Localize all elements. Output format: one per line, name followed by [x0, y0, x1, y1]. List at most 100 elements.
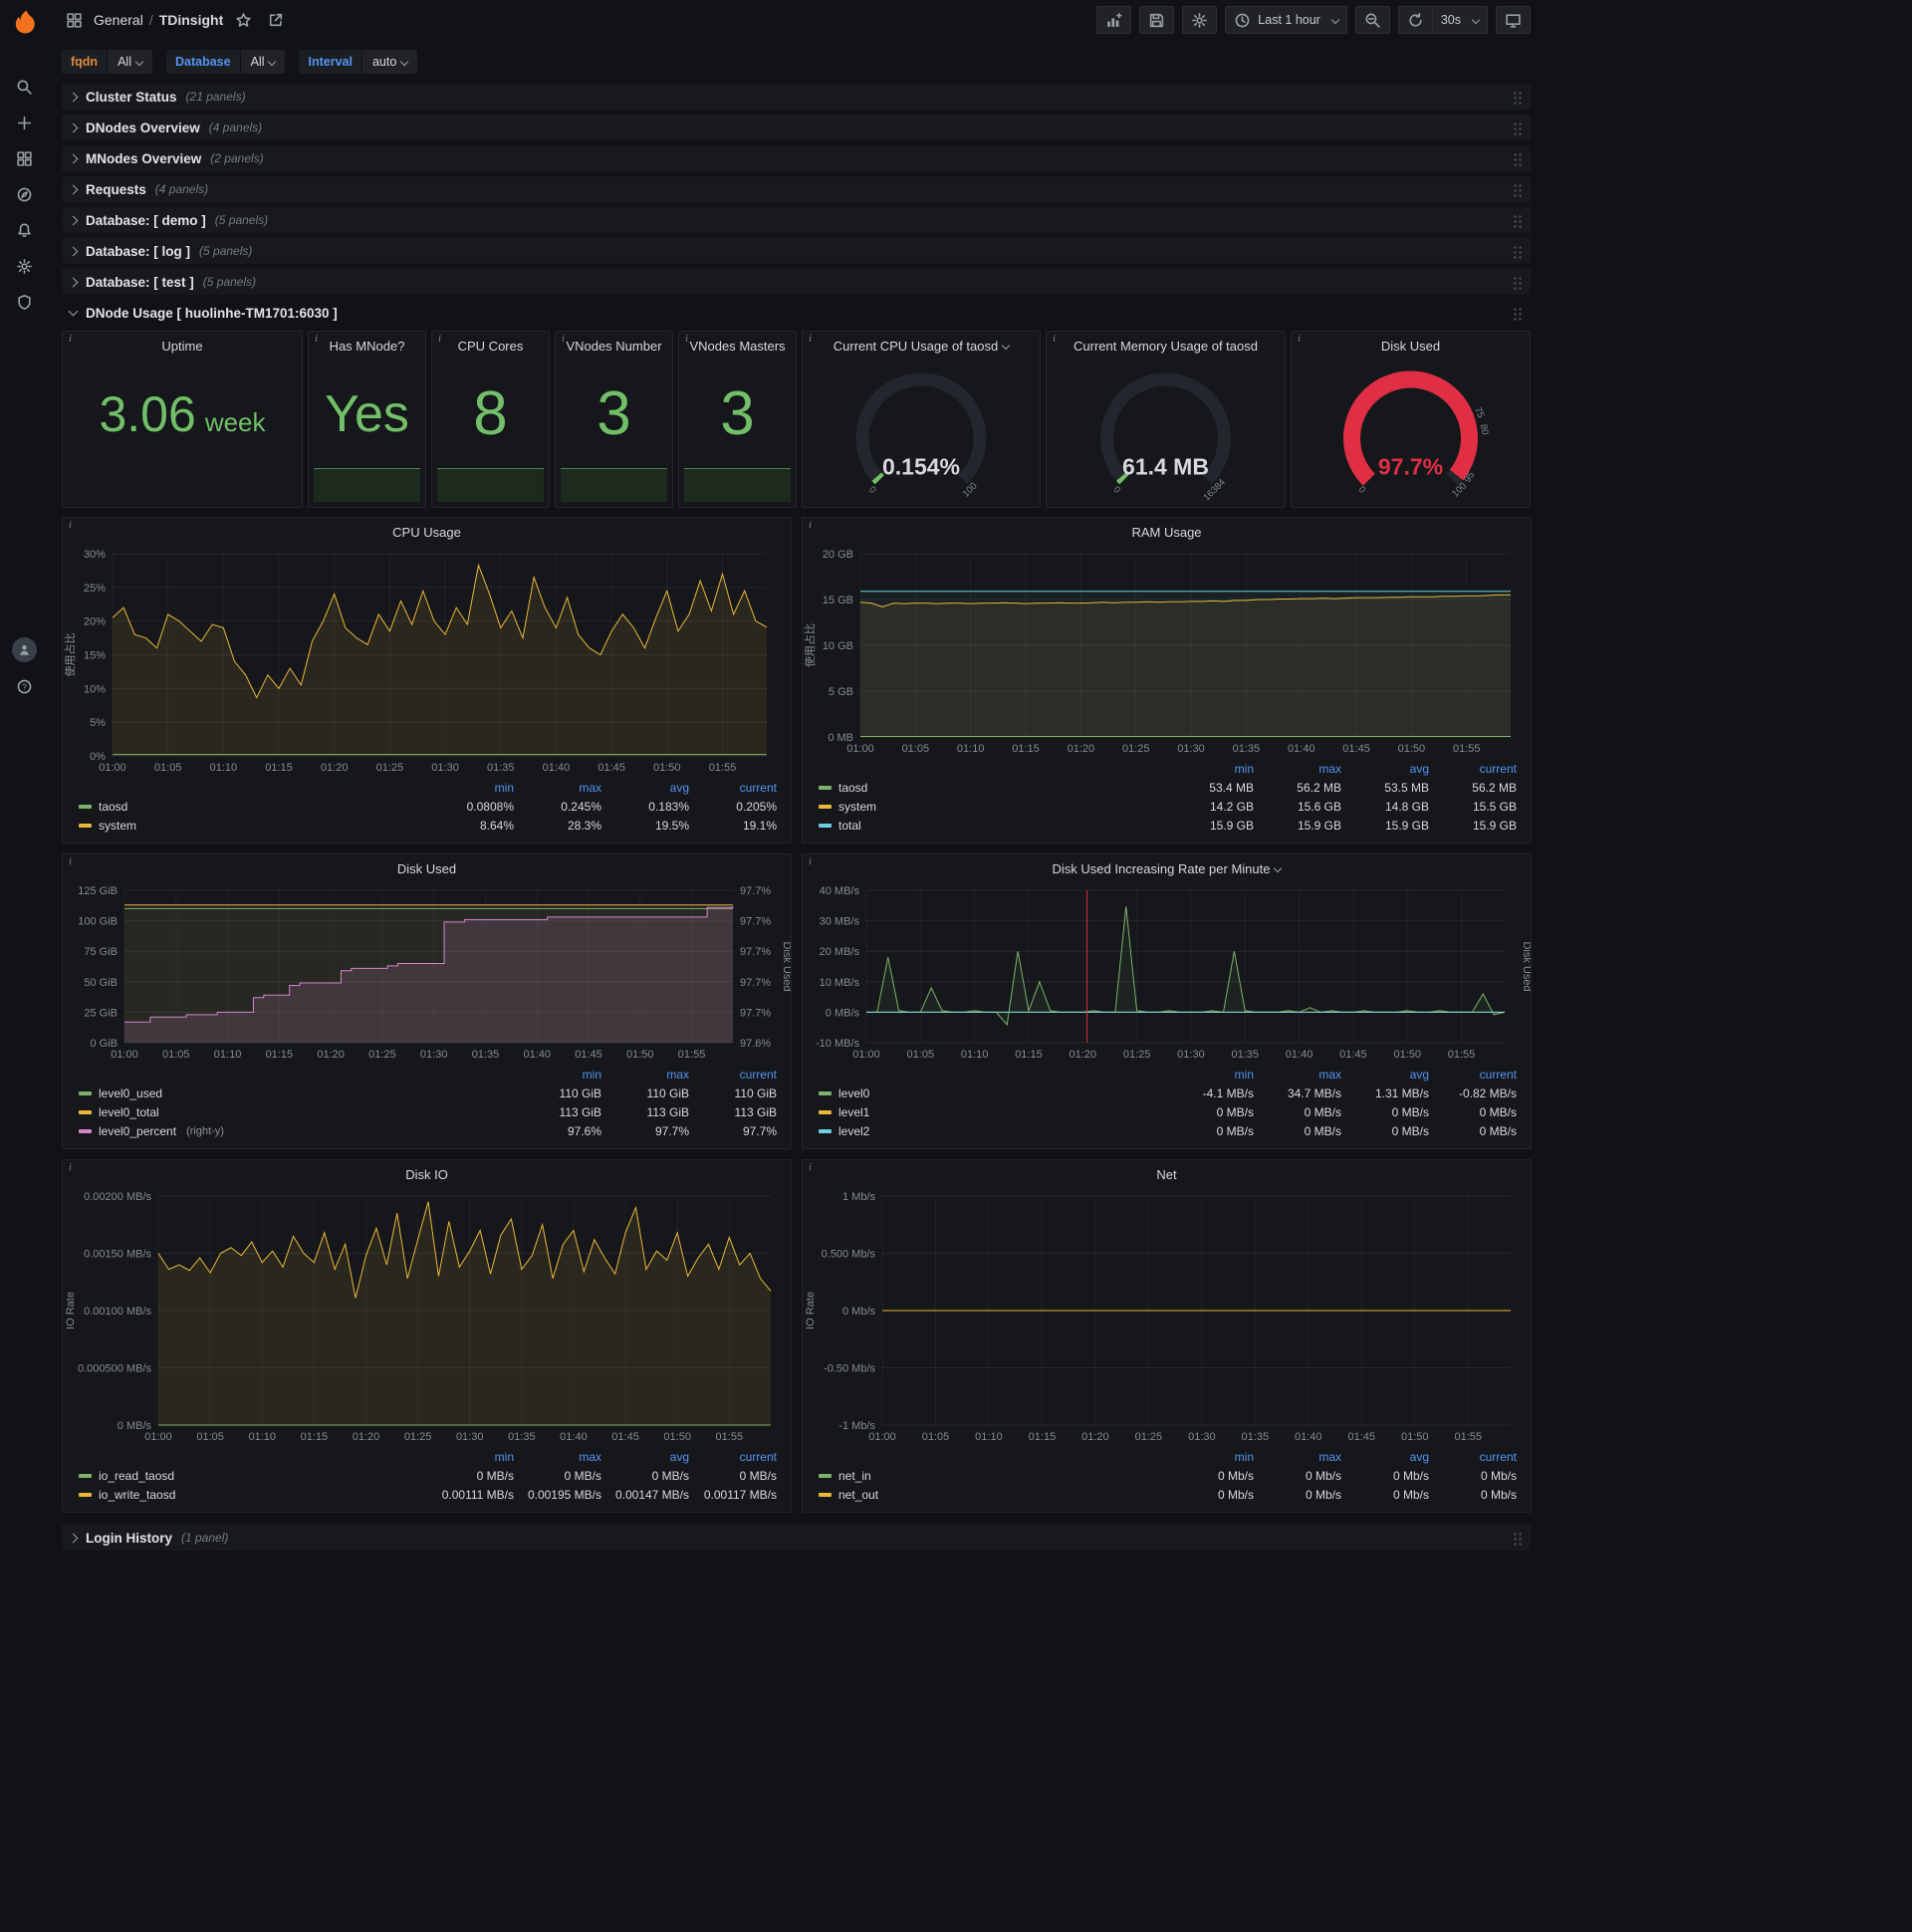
panel-title[interactable]: Current Memory Usage of taosd — [1047, 332, 1285, 358]
server-admin-shield-icon[interactable] — [0, 284, 48, 320]
panel-title[interactable]: VNodes Number — [556, 332, 672, 358]
panel-title[interactable]: Disk Used — [63, 854, 791, 880]
row-database-test[interactable]: Database: [ test ] (5 panels) — [62, 269, 1531, 295]
configuration-gear-icon[interactable] — [0, 248, 48, 284]
panel-info-icon[interactable]: i — [556, 332, 571, 347]
panel-title[interactable]: Current CPU Usage of taosd — [803, 332, 1040, 358]
panel-info-icon[interactable]: i — [63, 854, 78, 869]
kiosk-mode-button[interactable] — [1496, 6, 1531, 34]
panel-title[interactable]: Uptime — [63, 332, 302, 358]
row-drag-handle[interactable] — [1512, 1530, 1523, 1546]
panel-info-icon[interactable]: i — [803, 1160, 818, 1175]
ram-usage-chart[interactable]: 01:00 01:05 01:10 01:15 01:20 01:25 01:30 01:35… — [803, 544, 1531, 757]
disk-io-chart[interactable]: 01:00 01:05 01:10 01:15 01:20 01:25 01:30 01:35… — [63, 1186, 791, 1445]
row-drag-handle[interactable] — [1512, 243, 1523, 259]
legend-series-name[interactable]: level0_used — [79, 1087, 514, 1100]
legend-series-name[interactable]: total — [819, 819, 1166, 833]
dashboard-settings-button[interactable] — [1182, 6, 1218, 34]
grafana-logo-icon[interactable] — [0, 0, 48, 69]
variable-value-dropdown[interactable]: auto — [361, 50, 418, 74]
panel-info-icon[interactable]: i — [1047, 332, 1062, 347]
row-drag-handle[interactable] — [1512, 305, 1523, 321]
disk-rate-chart[interactable]: 01:00 01:05 01:10 01:15 01:20 01:25 01:30 01:35… — [803, 880, 1533, 1063]
save-dashboard-button[interactable] — [1139, 6, 1175, 34]
panel-title[interactable]: Disk IO — [63, 1160, 791, 1186]
row-requests[interactable]: Requests (4 panels) — [62, 176, 1531, 202]
panel-title[interactable]: Has MNode? — [309, 332, 425, 358]
search-icon[interactable] — [0, 69, 48, 105]
panel-title[interactable]: Net — [803, 1160, 1531, 1186]
share-icon[interactable] — [263, 8, 287, 32]
refresh-button[interactable] — [1397, 6, 1432, 34]
variable-label[interactable]: Interval — [299, 50, 361, 74]
panel-title[interactable]: VNodes Masters — [679, 332, 796, 358]
chevron-right-icon — [68, 277, 79, 287]
user-avatar[interactable] — [11, 637, 37, 662]
panel-menu-caret-icon[interactable] — [1001, 341, 1011, 351]
panel-info-icon[interactable]: i — [432, 332, 447, 347]
panel-menu-caret-icon[interactable] — [1274, 863, 1283, 873]
help-icon[interactable]: ? — [0, 674, 48, 698]
row-drag-handle[interactable] — [1512, 89, 1523, 105]
legend-series-name[interactable]: net_out — [819, 1488, 1166, 1502]
panel-title[interactable]: Disk Used — [1292, 332, 1530, 358]
legend-series-name[interactable]: level0_total — [79, 1105, 514, 1119]
row-database-demo[interactable]: Database: [ demo ] (5 panels) — [62, 207, 1531, 233]
add-panel-button[interactable] — [1096, 6, 1132, 34]
cpu-usage-chart[interactable]: 01:00 01:05 01:10 01:15 01:20 01:25 01:30 01:35… — [63, 544, 791, 776]
alerting-bell-icon[interactable] — [0, 212, 48, 248]
legend-series-name[interactable]: level0 — [819, 1087, 1166, 1100]
panel-info-icon[interactable]: i — [803, 332, 818, 347]
svg-text:01:40: 01:40 — [1295, 1431, 1322, 1443]
row-drag-handle[interactable] — [1512, 120, 1523, 135]
legend-series-name[interactable]: io_read_taosd — [79, 1469, 426, 1483]
breadcrumb-title[interactable]: TDinsight — [159, 12, 224, 28]
panel-title[interactable]: RAM Usage — [803, 518, 1531, 544]
panel-title[interactable]: Disk Used Increasing Rate per Minute — [803, 854, 1531, 880]
legend-series-name[interactable]: net_in — [819, 1469, 1166, 1483]
row-login-history[interactable]: Login History (1 panel) — [62, 1525, 1531, 1551]
row-drag-handle[interactable] — [1512, 181, 1523, 197]
legend-series-name[interactable]: system — [819, 800, 1166, 814]
panel-info-icon[interactable]: i — [63, 518, 78, 533]
row-cluster-status[interactable]: Cluster Status (21 panels) — [62, 84, 1531, 110]
variable-interval: Interval auto — [299, 50, 418, 74]
refresh-interval-button[interactable]: 30s — [1431, 6, 1488, 34]
panel-info-icon[interactable]: i — [803, 854, 818, 869]
variable-value-dropdown[interactable]: All — [240, 50, 286, 74]
variable-label[interactable]: Database — [165, 50, 240, 74]
panel-info-icon[interactable]: i — [309, 332, 324, 347]
dashboards-icon[interactable] — [0, 140, 48, 176]
panel-title[interactable]: CPU Usage — [63, 518, 791, 544]
row-drag-handle[interactable] — [1512, 212, 1523, 228]
variable-value-dropdown[interactable]: All — [108, 50, 152, 74]
panel-info-icon[interactable]: i — [63, 332, 78, 347]
row-drag-handle[interactable] — [1512, 274, 1523, 290]
panel-info-icon[interactable]: i — [803, 518, 818, 533]
panel-info-icon[interactable]: i — [1292, 332, 1307, 347]
time-picker-button[interactable]: Last 1 hour — [1225, 6, 1347, 34]
legend-series-name[interactable]: level0_percent (right-y) — [79, 1124, 514, 1138]
row-dnode-usage[interactable]: DNode Usage [ huolinhe-TM1701:6030 ] — [62, 300, 1531, 326]
net-chart[interactable]: 01:00 01:05 01:10 01:15 01:20 01:25 01:30 01:35… — [803, 1186, 1531, 1445]
row-mnodes-overview[interactable]: MNodes Overview (2 panels) — [62, 145, 1531, 171]
panel-title[interactable]: CPU Cores — [432, 332, 549, 358]
disk-used-chart[interactable]: 01:00 01:05 01:10 01:15 01:20 01:25 01:30 01:35… — [63, 880, 793, 1063]
legend-series-name[interactable]: level2 — [819, 1124, 1166, 1138]
panel-info-icon[interactable]: i — [63, 1160, 78, 1175]
legend-series-name[interactable]: level1 — [819, 1105, 1166, 1119]
legend-series-name[interactable]: io_write_taosd — [79, 1488, 426, 1502]
panel-info-icon[interactable]: i — [679, 332, 694, 347]
legend-series-name[interactable]: taosd — [79, 800, 426, 814]
breadcrumb-folder[interactable]: General — [94, 12, 143, 28]
zoom-out-button[interactable] — [1354, 6, 1390, 34]
explore-compass-icon[interactable] — [0, 176, 48, 212]
variable-label[interactable]: fqdn — [62, 50, 108, 74]
legend-series-name[interactable]: taosd — [819, 781, 1166, 795]
row-database-log[interactable]: Database: [ log ] (5 panels) — [62, 238, 1531, 264]
row-drag-handle[interactable] — [1512, 150, 1523, 166]
create-plus-icon[interactable] — [0, 105, 48, 140]
star-icon[interactable] — [231, 8, 255, 32]
legend-series-name[interactable]: system — [79, 819, 426, 833]
row-dnodes-overview[interactable]: DNodes Overview (4 panels) — [62, 115, 1531, 140]
